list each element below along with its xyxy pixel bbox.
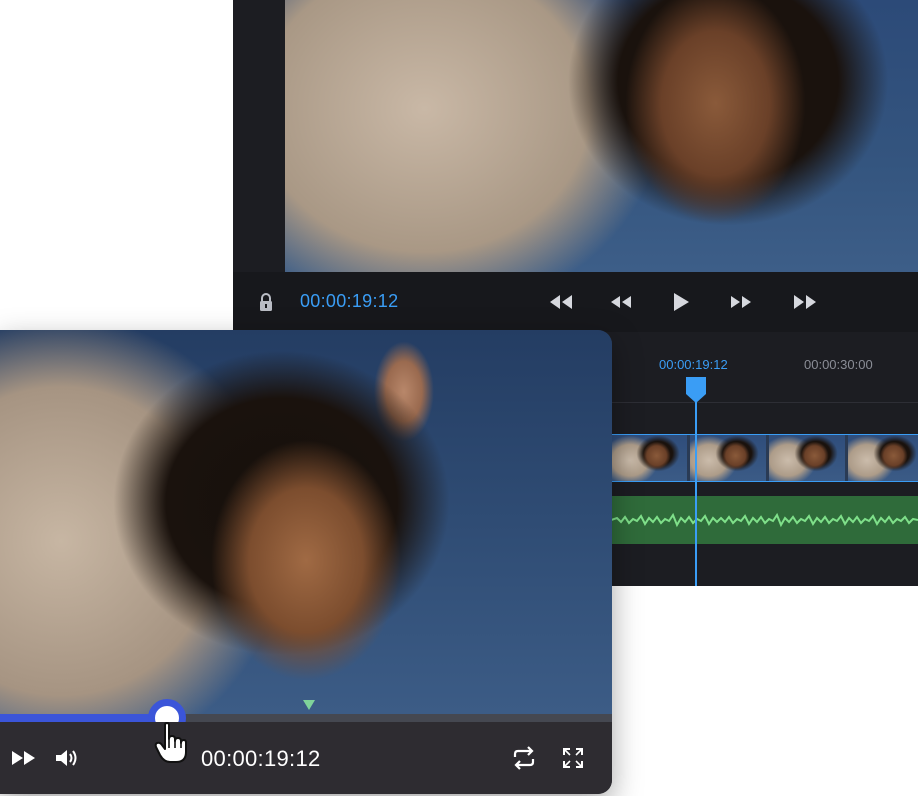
- playhead-handle[interactable]: [685, 376, 707, 404]
- timecode-current: 00:00:19:12: [659, 357, 728, 372]
- progress-bar[interactable]: [0, 699, 612, 737]
- skip-to-end-button[interactable]: [791, 290, 819, 314]
- loop-button[interactable]: [510, 744, 538, 772]
- audio-waveform: [611, 512, 918, 528]
- progress-fill: [0, 714, 167, 722]
- video-thumbnail: [769, 435, 845, 481]
- preview-image: [285, 0, 918, 272]
- fast-forward-button[interactable]: [727, 290, 755, 314]
- play-button[interactable]: [667, 290, 695, 314]
- marker-icon: [303, 700, 315, 710]
- rewind-button[interactable]: [607, 290, 635, 314]
- fullscreen-icon: [563, 748, 583, 768]
- fast-forward-icon: [12, 751, 35, 765]
- video-player: 00:00:19:12: [0, 330, 612, 794]
- skip-to-start-button[interactable]: [547, 290, 575, 314]
- player-video-frame[interactable]: [0, 330, 612, 714]
- video-thumbnail: [848, 435, 918, 481]
- editor-preview: [285, 0, 918, 272]
- video-track[interactable]: [611, 434, 918, 482]
- play-icon: [674, 293, 689, 311]
- player-timecode: 00:00:19:12: [201, 746, 321, 771]
- volume-icon: [56, 750, 77, 766]
- volume-button[interactable]: [52, 744, 82, 772]
- player-controls: 00:00:19:12: [0, 722, 612, 794]
- lock-icon[interactable]: [257, 292, 275, 312]
- rewind-icon: [611, 296, 631, 308]
- timecode-marker: 00:00:30:00: [804, 357, 873, 372]
- playhead-line: [695, 392, 697, 586]
- audio-track[interactable]: [611, 496, 918, 544]
- fullscreen-button[interactable]: [560, 744, 586, 772]
- video-thumbnail: [690, 435, 766, 481]
- editor-timecode: 00:00:19:12: [300, 291, 399, 311]
- skip-to-end-icon: [794, 295, 816, 309]
- loop-icon: [513, 746, 535, 770]
- skip-to-start-icon: [550, 295, 572, 309]
- video-thumbnail: [611, 435, 687, 481]
- editor-transport-bar: 00:00:19:12: [233, 272, 918, 333]
- fast-forward-icon: [731, 296, 751, 308]
- fast-forward-button[interactable]: [10, 744, 38, 772]
